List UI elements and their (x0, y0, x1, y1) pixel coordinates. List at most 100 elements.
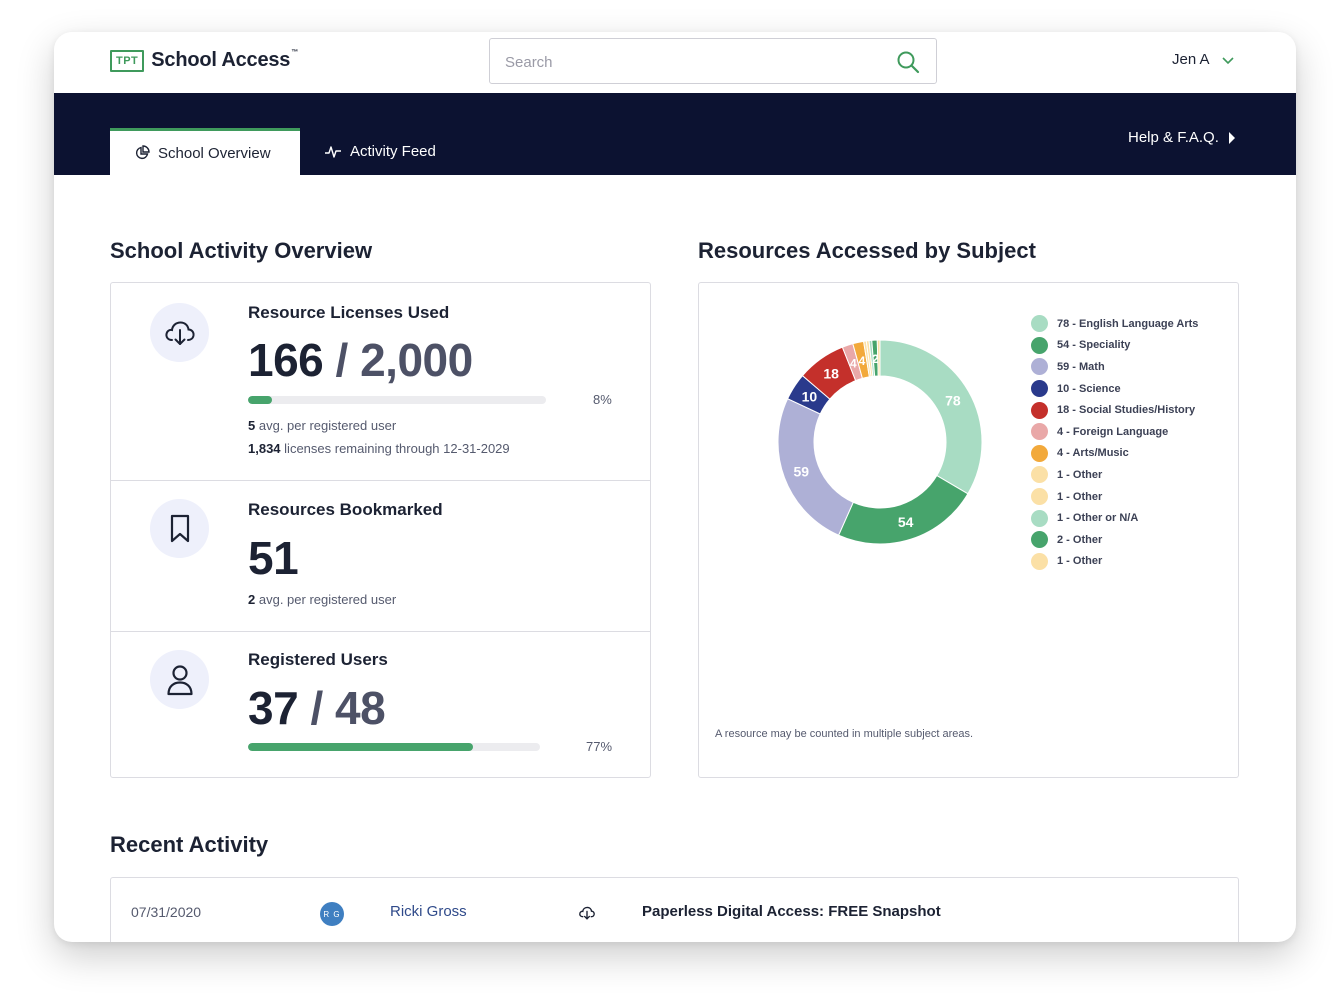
activity-resource-link[interactable]: Paperless Digital Access: FREE Snapshot (642, 903, 941, 920)
caret-right-icon (1228, 131, 1235, 144)
legend-swatch (1031, 423, 1048, 441)
subjects-legend: 78 - English Language Arts 54 - Specialit… (1031, 313, 1198, 572)
legend-label: 54 - Speciality (1057, 339, 1131, 352)
legend-label: 4 - Arts/Music (1057, 447, 1129, 460)
logo-text: School Access™ (151, 49, 299, 71)
user-menu[interactable]: Jen A (1172, 51, 1234, 68)
legend-label: 10 - Science (1057, 382, 1121, 395)
licenses-avg: 5 avg. per registered user (248, 418, 397, 433)
legend-swatch (1031, 401, 1048, 419)
recent-title: Recent Activity (110, 832, 269, 857)
legend-swatch (1031, 488, 1048, 506)
legend-label: 1 - Other (1057, 490, 1103, 503)
donut-slice (876, 339, 881, 377)
help-label: Help & F.A.Q. (1128, 129, 1219, 146)
activity-pulse-icon (325, 145, 341, 158)
licenses-progress-fill (248, 396, 272, 404)
legend-swatch (1031, 358, 1048, 376)
user-name: Jen A (1172, 51, 1210, 68)
activity-user-link[interactable]: Ricki Gross (390, 903, 467, 920)
legend-item: 4 - Foreign Language (1031, 421, 1198, 443)
donut-value-label: 78 (945, 392, 961, 408)
search-input[interactable] (505, 51, 885, 73)
legend-label: 78 - English Language Arts (1057, 317, 1199, 330)
avatar: R G (320, 902, 344, 926)
users-progress-bar (248, 743, 540, 751)
bookmarked-avg: 2 avg. per registered user (248, 592, 397, 607)
nav-bar: School Overview Activity Feed Help & F.A… (54, 93, 1296, 175)
legend-item: 4 - Arts/Music (1031, 443, 1198, 465)
bookmark-icon (150, 499, 209, 558)
tab-activity-feed[interactable]: Activity Feed (324, 128, 436, 175)
legend-label: 2 - Other (1057, 533, 1103, 546)
app-window: TPT School Access™ Jen A School Overview (54, 32, 1296, 942)
legend-item: 1 - Other (1031, 551, 1198, 573)
activity-date: 07/31/2020 (131, 904, 202, 920)
legend-label: 1 - Other or N/A (1057, 512, 1139, 525)
tab-label: School Overview (158, 144, 271, 162)
legend-swatch (1031, 380, 1048, 398)
donut-value-label: 59 (794, 463, 810, 479)
donut-slice (777, 398, 854, 536)
chevron-down-icon (1221, 56, 1234, 64)
legend-item: 1 - Other or N/A (1031, 507, 1198, 529)
subjects-donut-chart: 78545910184 4 2 (777, 339, 983, 545)
subjects-footnote: A resource may be counted in multiple su… (715, 728, 974, 740)
legend-swatch (1031, 552, 1048, 570)
licenses-percent: 8% (593, 392, 612, 407)
help-faq-link[interactable]: Help & F.A.Q. (1128, 129, 1235, 146)
donut-value-label: 10 (802, 388, 818, 404)
tab-school-overview[interactable]: School Overview (110, 128, 300, 175)
user-icon (150, 650, 209, 709)
pie-chart-icon (135, 145, 150, 160)
legend-label: 59 - Math (1057, 360, 1105, 373)
subjects-card: 78 54 59 10 18 4 4 2 78 - English Language Arts… (698, 282, 1239, 778)
legend-item: 1 - Other (1031, 464, 1198, 486)
users-progress-fill (248, 743, 473, 751)
recent-activity-list: 07/31/2020 R G Ricki Gross Paperless Dig… (110, 877, 1239, 942)
logo-badge: TPT (110, 49, 145, 72)
licenses-progress-bar (248, 396, 546, 404)
divider (111, 631, 650, 632)
legend-item: 59 - Math (1031, 356, 1198, 378)
legend-item: 18 - Social Studies/History (1031, 399, 1198, 421)
legend-swatch (1031, 509, 1048, 527)
search-box[interactable] (489, 38, 937, 84)
bookmarked-label: Resources Bookmarked (248, 500, 443, 519)
logo[interactable]: TPT School Access™ (110, 49, 298, 72)
legend-swatch (1031, 444, 1048, 462)
cloud-download-icon (579, 906, 595, 920)
donut-slice (837, 474, 969, 545)
legend-label: 4 - Foreign Language (1057, 425, 1169, 438)
donut-value-label: 4 (859, 354, 866, 368)
licenses-label: Resource Licenses Used (248, 303, 450, 322)
users-count: 37 / 48 (248, 682, 386, 734)
donut-slice (879, 339, 983, 495)
legend-item: 78 - English Language Arts (1031, 313, 1198, 335)
legend-item: 1 - Other (1031, 486, 1198, 508)
licenses-count: 166 / 2,000 (248, 334, 473, 386)
legend-label: 18 - Social Studies/History (1057, 404, 1196, 417)
top-bar: TPT School Access™ Jen A (54, 32, 1296, 93)
search-icon[interactable] (896, 50, 920, 74)
divider (111, 480, 650, 481)
legend-swatch (1031, 531, 1048, 549)
donut-value-label: 4 (850, 356, 857, 370)
legend-swatch (1031, 466, 1048, 484)
legend-label: 1 - Other (1057, 555, 1103, 568)
overview-card: Resource Licenses Used 166 / 2,000 8% 5 … (110, 282, 651, 778)
cloud-download-icon (150, 303, 209, 362)
legend-label: 1 - Other (1057, 468, 1103, 481)
bookmarked-count: 51 (248, 532, 299, 584)
tab-label: Activity Feed (350, 143, 436, 160)
legend-item: 2 - Other (1031, 529, 1198, 551)
licenses-remaining: 1,834 licenses remaining through 12-31-2… (248, 441, 510, 456)
legend-swatch (1031, 336, 1048, 354)
users-label: Registered Users (248, 650, 388, 669)
donut-value-label: 54 (898, 514, 914, 530)
legend-swatch (1031, 315, 1048, 333)
users-percent: 77% (586, 739, 613, 754)
subjects-title: Resources Accessed by Subject (698, 238, 1036, 263)
legend-item: 10 - Science (1031, 378, 1198, 400)
overview-title: School Activity Overview (110, 238, 373, 263)
